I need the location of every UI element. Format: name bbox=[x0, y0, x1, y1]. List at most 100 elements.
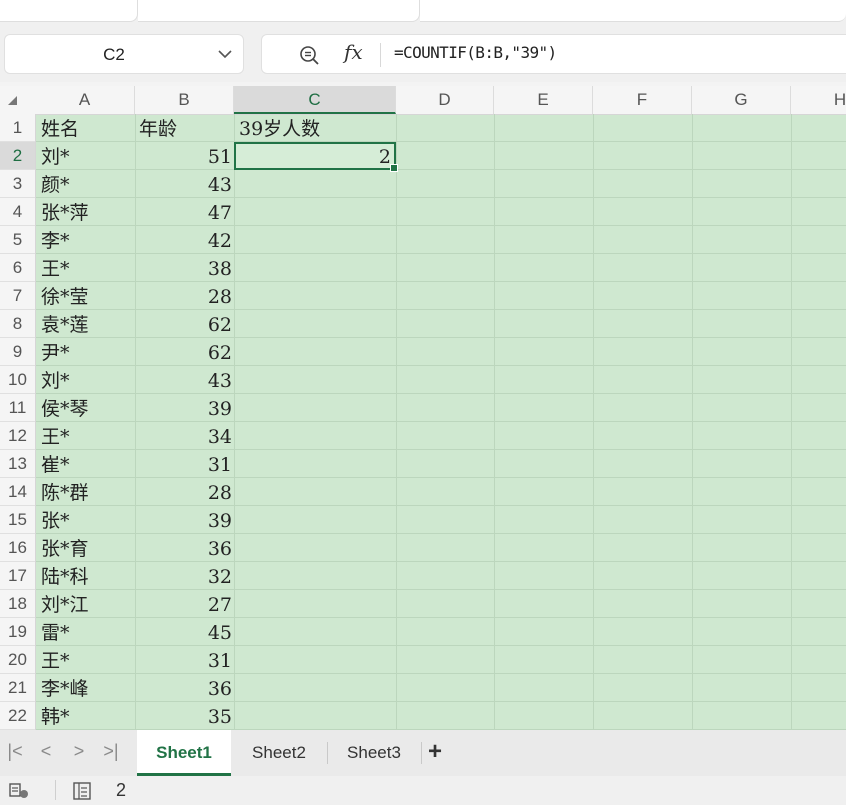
name-box[interactable]: C2 bbox=[4, 34, 244, 74]
spreadsheet-grid[interactable]: ABCDEFGH 1 2 3 4 5 6 7 8 9 10 11 12 13 14 15 16 17 18 19 20… bbox=[0, 86, 846, 730]
row-header[interactable]: 10 bbox=[0, 366, 35, 394]
first-sheet-icon[interactable]: |< bbox=[5, 741, 25, 762]
cell-age[interactable]: 45 bbox=[139, 618, 232, 646]
cell-age[interactable]: 27 bbox=[139, 590, 232, 618]
formula-input-box[interactable]: fx =COUNTIF(B:B,"39") bbox=[261, 34, 846, 74]
cell-name[interactable]: 尹* bbox=[41, 338, 136, 366]
cell-name[interactable]: 王* bbox=[41, 422, 136, 450]
row-header[interactable]: 4 bbox=[0, 198, 35, 226]
cell-name[interactable]: 雷* bbox=[41, 618, 136, 646]
column-header[interactable]: H bbox=[791, 86, 846, 114]
row-header[interactable]: 2 bbox=[0, 142, 35, 170]
macro-record-icon[interactable] bbox=[8, 782, 30, 800]
column-header[interactable]: F bbox=[593, 86, 692, 114]
tab-sheet2[interactable]: Sheet2 bbox=[234, 730, 324, 776]
cell-name[interactable]: 徐*莹 bbox=[41, 282, 136, 310]
cells-area[interactable]: 姓名 年龄 39岁人数 刘* 颜* 张*萍 李* 王* 徐*莹 袁*莲 尹* 刘* 侯*琴 王* 崔* 陈*群… bbox=[36, 114, 846, 730]
cell-age[interactable]: 31 bbox=[139, 450, 232, 478]
prev-sheet-icon[interactable]: < bbox=[36, 741, 56, 762]
gridline bbox=[692, 114, 693, 730]
column-header[interactable]: D bbox=[396, 86, 494, 114]
cell-name[interactable]: 李* bbox=[41, 226, 136, 254]
formula-text[interactable]: =COUNTIF(B:B,"39") bbox=[394, 43, 557, 62]
row-header[interactable]: 19 bbox=[0, 618, 35, 646]
cell-age[interactable]: 43 bbox=[139, 170, 232, 198]
ribbon-panel bbox=[0, 0, 138, 22]
cell-age[interactable]: 62 bbox=[139, 310, 232, 338]
cell-name[interactable]: 陈*群 bbox=[41, 478, 136, 506]
cell-name[interactable]: 刘* bbox=[41, 366, 136, 394]
column-header[interactable]: G bbox=[692, 86, 791, 114]
row-header[interactable]: 15 bbox=[0, 506, 35, 534]
tab-sheet3[interactable]: Sheet3 bbox=[330, 730, 418, 776]
cell-name[interactable]: 李*峰 bbox=[41, 674, 136, 702]
chevron-down-icon[interactable] bbox=[215, 45, 235, 63]
row-header[interactable]: 21 bbox=[0, 674, 35, 702]
page-view-icon[interactable] bbox=[72, 781, 92, 801]
row-header[interactable]: 13 bbox=[0, 450, 35, 478]
fx-icon[interactable]: fx bbox=[344, 40, 363, 64]
cell-name[interactable]: 陆*科 bbox=[41, 562, 136, 590]
column-header[interactable]: B bbox=[135, 86, 234, 114]
cell-age[interactable]: 43 bbox=[139, 366, 232, 394]
ribbon-panel bbox=[420, 0, 846, 22]
cell-age[interactable]: 28 bbox=[139, 282, 232, 310]
column-header[interactable]: A bbox=[35, 86, 135, 114]
row-header[interactable]: 5 bbox=[0, 226, 35, 254]
cell-age[interactable]: 51 bbox=[139, 142, 232, 170]
row-header[interactable]: 17 bbox=[0, 562, 35, 590]
row-header[interactable]: 14 bbox=[0, 478, 35, 506]
cell-name[interactable]: 王* bbox=[41, 646, 136, 674]
cell-name[interactable]: 颜* bbox=[41, 170, 136, 198]
cell-name[interactable]: 张*萍 bbox=[41, 198, 136, 226]
cell-age[interactable]: 62 bbox=[139, 338, 232, 366]
cell-header-age[interactable]: 年龄 bbox=[139, 114, 234, 142]
cell-age[interactable]: 39 bbox=[139, 506, 232, 534]
column-header[interactable]: E bbox=[494, 86, 593, 114]
cell-age[interactable]: 36 bbox=[139, 674, 232, 702]
cell-name[interactable]: 刘*江 bbox=[41, 590, 136, 618]
column-header[interactable]: C bbox=[234, 86, 396, 114]
cell-count-result[interactable]: 2 bbox=[236, 142, 391, 170]
cell-age[interactable]: 47 bbox=[139, 198, 232, 226]
cell-name[interactable]: 崔* bbox=[41, 450, 136, 478]
cell-age[interactable]: 38 bbox=[139, 254, 232, 282]
cell-age[interactable]: 35 bbox=[139, 702, 232, 730]
row-header[interactable]: 3 bbox=[0, 170, 35, 198]
tab-sheet1[interactable]: Sheet1 bbox=[137, 730, 231, 776]
cell-name[interactable]: 张* bbox=[41, 506, 136, 534]
row-header[interactable]: 16 bbox=[0, 534, 35, 562]
cell-age[interactable]: 32 bbox=[139, 562, 232, 590]
cell-name[interactable]: 王* bbox=[41, 254, 136, 282]
fill-handle[interactable] bbox=[390, 164, 398, 172]
cell-age[interactable]: 31 bbox=[139, 646, 232, 674]
cell-age[interactable]: 42 bbox=[139, 226, 232, 254]
cell-header-count[interactable]: 39岁人数 bbox=[239, 114, 399, 142]
cell-header-name[interactable]: 姓名 bbox=[41, 114, 136, 142]
cell-age[interactable]: 39 bbox=[139, 394, 232, 422]
next-sheet-icon[interactable]: > bbox=[69, 741, 89, 762]
row-header[interactable]: 11 bbox=[0, 394, 35, 422]
row-header[interactable]: 20 bbox=[0, 646, 35, 674]
row-header[interactable]: 22 bbox=[0, 702, 35, 730]
select-all-corner[interactable] bbox=[0, 86, 35, 114]
row-header[interactable]: 18 bbox=[0, 590, 35, 618]
cell-name[interactable]: 袁*莲 bbox=[41, 310, 136, 338]
last-sheet-icon[interactable]: >| bbox=[101, 741, 121, 762]
cell-age[interactable]: 36 bbox=[139, 534, 232, 562]
row-header[interactable]: 12 bbox=[0, 422, 35, 450]
cell-name[interactable]: 张*育 bbox=[41, 534, 136, 562]
row-header[interactable]: 7 bbox=[0, 282, 35, 310]
cell-age[interactable]: 34 bbox=[139, 422, 232, 450]
cell-name[interactable]: 侯*琴 bbox=[41, 394, 136, 422]
add-sheet-icon[interactable]: + bbox=[428, 738, 442, 766]
row-header[interactable]: 8 bbox=[0, 310, 35, 338]
row-header[interactable]: 1 bbox=[0, 114, 35, 142]
zoom-out-icon[interactable] bbox=[298, 44, 320, 66]
divider bbox=[380, 43, 381, 67]
cell-name[interactable]: 韩* bbox=[41, 702, 136, 730]
cell-age[interactable]: 28 bbox=[139, 478, 232, 506]
row-header[interactable]: 6 bbox=[0, 254, 35, 282]
cell-name[interactable]: 刘* bbox=[41, 142, 136, 170]
row-header[interactable]: 9 bbox=[0, 338, 35, 366]
